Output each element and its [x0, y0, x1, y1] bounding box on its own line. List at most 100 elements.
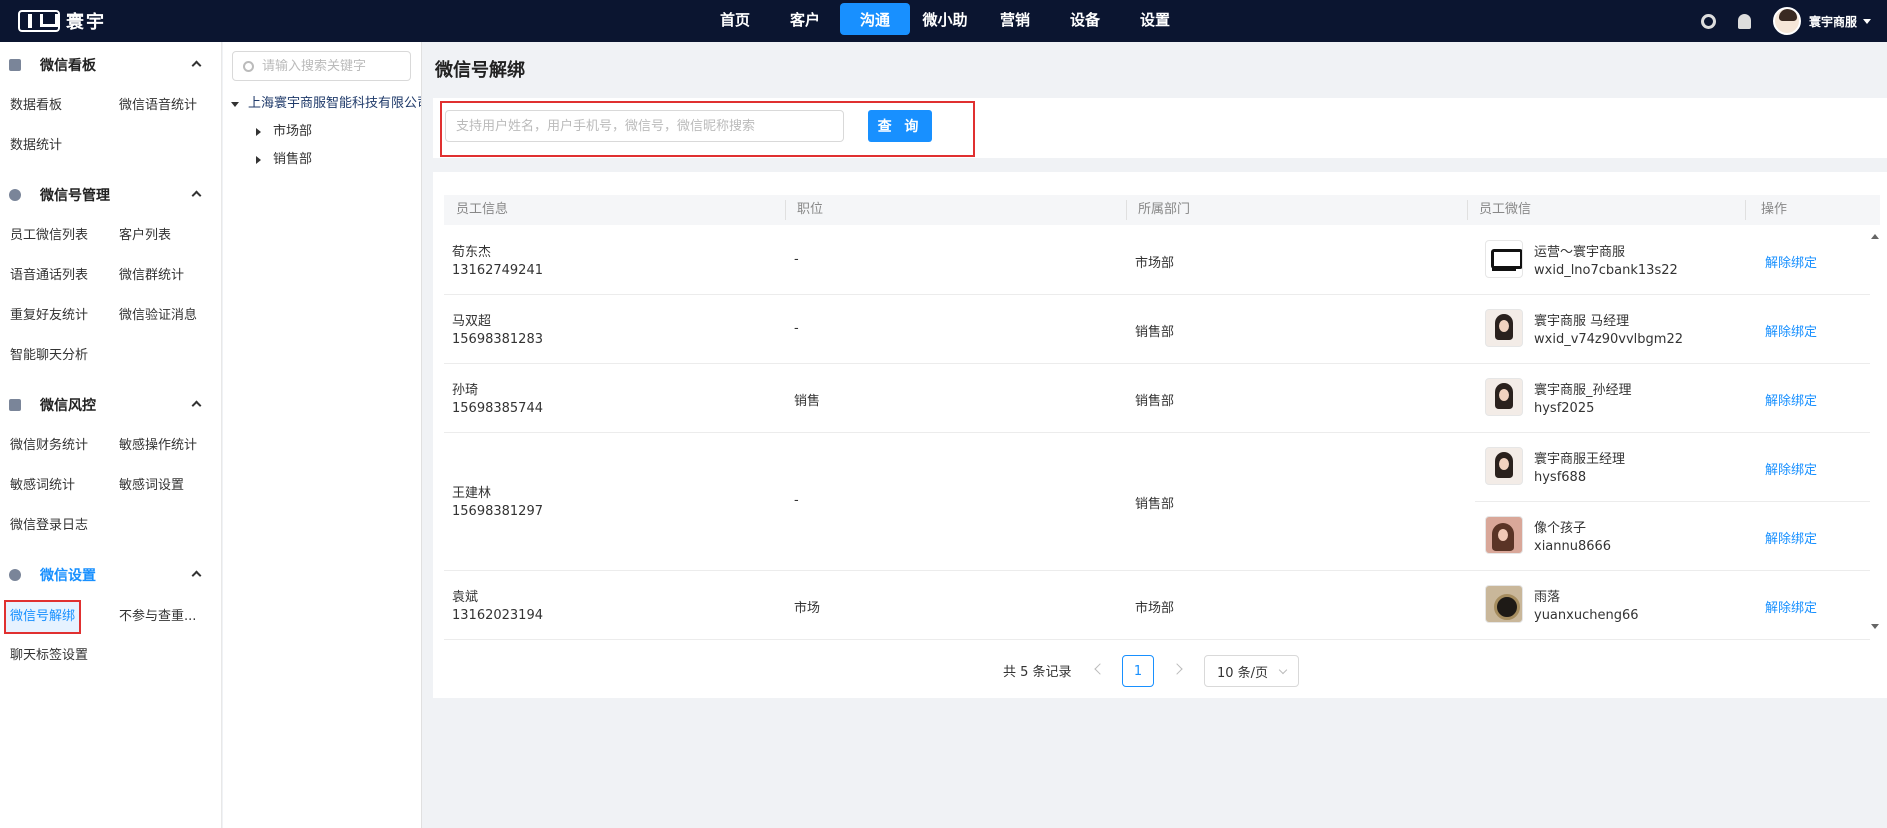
staff-position: -: [794, 252, 799, 267]
sidebar-item-unbind[interactable]: 微信号解绑: [4, 600, 82, 634]
scroll-down-icon[interactable]: [1871, 624, 1879, 629]
tree-node-sales[interactable]: 销售部: [256, 150, 312, 170]
unbind-button[interactable]: 解除绑定: [1765, 528, 1817, 547]
chevron-up-icon: [191, 60, 202, 71]
caret-right-icon[interactable]: [256, 156, 261, 164]
staff-department: 市场部: [1135, 256, 1175, 271]
nav-assistant[interactable]: 微小助: [910, 3, 980, 35]
tree-search-input[interactable]: [262, 58, 402, 74]
nav-home[interactable]: 首页: [700, 3, 770, 35]
tree-node-marketing[interactable]: 市场部: [256, 122, 312, 142]
unbind-button[interactable]: 解除绑定: [1765, 597, 1817, 616]
sidebar-group-risk[interactable]: 微信风控: [0, 390, 222, 420]
tree-search: [232, 51, 411, 81]
top-right-tools: 寰宇商服: [1700, 0, 1887, 42]
tree-node-company[interactable]: 上海寰宇商服智能科技有限公司: [231, 94, 421, 114]
sidebar-item-data-board[interactable]: 数据看板: [10, 94, 62, 118]
wechat-avatar: [1485, 378, 1523, 416]
search-icon: [243, 60, 254, 72]
caret-right-icon[interactable]: [256, 128, 261, 136]
staff-position: 市场: [794, 601, 821, 616]
wechat-nickname: 寰宇商服王经理: [1534, 452, 1626, 467]
staff-position: -: [794, 321, 799, 336]
brand-name: 寰宇: [66, 12, 106, 33]
sidebar-item-voice-stats[interactable]: 微信语音统计: [119, 94, 197, 118]
scroll-up-icon[interactable]: [1871, 234, 1879, 239]
chevron-down-icon[interactable]: [1863, 18, 1871, 24]
staff-name: 孙琦: [452, 383, 479, 398]
staff-department: 销售部: [1135, 325, 1175, 340]
brand-logo[interactable]: 寰宇: [18, 8, 106, 34]
nav-customers[interactable]: 客户: [770, 3, 840, 35]
page-size-value: 10 条/页: [1217, 665, 1269, 681]
unbind-button[interactable]: 解除绑定: [1765, 321, 1817, 340]
department-tree-panel: 上海寰宇商服智能科技有限公司 市场部 销售部: [223, 42, 422, 828]
total-records: 共 5 条记录: [1003, 665, 1072, 680]
sidebar-item-staff-wechat[interactable]: 员工微信列表: [10, 224, 88, 248]
chevron-up-icon: [191, 570, 202, 581]
sidebar-group-title: 微信设置: [40, 568, 96, 584]
sidebar-item-verify-messages[interactable]: 微信验证消息: [119, 304, 197, 328]
query-button[interactable]: 查 询: [868, 110, 932, 142]
nav-marketing[interactable]: 营销: [980, 3, 1050, 35]
tree-node-label: 市场部: [273, 124, 313, 139]
nav-devices[interactable]: 设备: [1050, 3, 1120, 35]
unbind-button[interactable]: 解除绑定: [1765, 390, 1817, 409]
staff-phone: 13162023194: [452, 608, 543, 623]
caret-down-icon[interactable]: [231, 101, 239, 107]
staff-position: -: [794, 493, 799, 508]
sidebar-item-exclude-dedup[interactable]: 不参与查重...: [119, 605, 196, 629]
sidebar-group-title: 微信看板: [40, 58, 96, 74]
sidebar-item-sensitive-ops[interactable]: 敏感操作统计: [119, 434, 197, 458]
row-divider: [444, 432, 1870, 433]
sidebar-item-finance-stats[interactable]: 微信财务统计: [10, 434, 88, 458]
unbind-button[interactable]: 解除绑定: [1765, 252, 1817, 271]
staff-phone: 15698381297: [452, 504, 543, 519]
nav-communication[interactable]: 沟通: [840, 3, 910, 35]
sidebar: 微信看板 数据看板 微信语音统计 数据统计 微信号管理 员工微信列表 客户列表 …: [0, 42, 222, 828]
sidebar-group-wechat-settings[interactable]: 微信设置: [0, 560, 222, 590]
bell-icon[interactable]: [1737, 13, 1751, 29]
row-divider: [444, 570, 1870, 571]
wechat-id: hysf2025: [1534, 401, 1595, 416]
page-number-current[interactable]: 1: [1122, 655, 1154, 687]
sidebar-group-wechat-manage[interactable]: 微信号管理: [0, 180, 222, 210]
sidebar-item-group-stats[interactable]: 微信群统计: [119, 264, 184, 288]
wechat-avatar: [1485, 447, 1523, 485]
user-name[interactable]: 寰宇商服: [1809, 13, 1857, 30]
sidebar-item-voice-calls[interactable]: 语音通话列表: [10, 264, 88, 288]
wechat-id: yuanxucheng66: [1534, 608, 1639, 623]
page-size-select[interactable]: 10 条/页: [1204, 655, 1299, 687]
nav-settings[interactable]: 设置: [1120, 3, 1190, 35]
wechat-id: hysf688: [1534, 470, 1587, 485]
tree-node-label: 上海寰宇商服智能科技有限公司: [248, 96, 421, 111]
table-card: [433, 172, 1887, 698]
tree-node-label: 销售部: [273, 152, 313, 167]
staff-department: 销售部: [1135, 394, 1175, 409]
wechat-nickname: 雨落: [1534, 590, 1561, 605]
chevron-up-icon: [191, 400, 202, 411]
sidebar-item-chat-tags[interactable]: 聊天标签设置: [10, 644, 88, 668]
search-input[interactable]: [445, 110, 844, 142]
sidebar-item-duplicate-friends[interactable]: 重复好友统计: [10, 304, 88, 328]
column-staff-wechat: 员工微信: [1479, 202, 1532, 217]
search-icon[interactable]: [1700, 13, 1716, 29]
top-navbar: 寰宇 首页 客户 沟通 微小助 营销 设备 设置 寰宇商服: [0, 0, 1887, 42]
staff-phone: 15698385744: [452, 401, 543, 416]
staff-position: 销售: [794, 394, 821, 409]
column-actions: 操作: [1761, 202, 1788, 217]
sidebar-item-sensitive-settings[interactable]: 敏感词设置: [119, 474, 184, 498]
sidebar-item-customers[interactable]: 客户列表: [119, 224, 171, 248]
column-divider: [1467, 200, 1468, 220]
sidebar-item-login-log[interactable]: 微信登录日志: [10, 514, 88, 538]
staff-name: 王建林: [452, 486, 492, 501]
user-avatar[interactable]: [1772, 7, 1801, 35]
sidebar-item-data-stats[interactable]: 数据统计: [10, 134, 62, 158]
wechat-avatar: [1485, 516, 1523, 554]
sidebar-item-chat-analysis[interactable]: 智能聊天分析: [10, 344, 88, 368]
wechat-avatar: [1485, 585, 1523, 623]
sidebar-group-title: 微信风控: [40, 398, 96, 414]
unbind-button[interactable]: 解除绑定: [1765, 459, 1817, 478]
sidebar-item-sensitive-words[interactable]: 敏感词统计: [10, 474, 75, 498]
sidebar-group-dashboard[interactable]: 微信看板: [0, 50, 222, 80]
